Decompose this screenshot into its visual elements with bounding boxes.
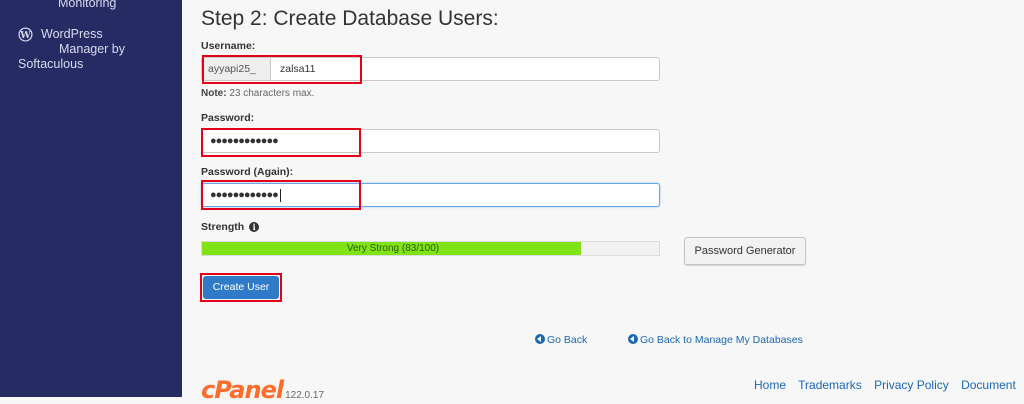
username-prefix: ayyapi25_	[202, 58, 271, 80]
password-value: ●●●●●●●●●●●●	[210, 135, 279, 147]
go-back-label: Go Back	[547, 334, 588, 346]
cpanel-logo-text: cPanel	[201, 376, 284, 404]
password-again-field[interactable]: ●●●●●●●●●●●●	[201, 183, 660, 207]
note-bold: Note:	[201, 88, 227, 99]
footer-link-documentation[interactable]: Document	[961, 378, 1016, 392]
footer-link-home[interactable]: Home	[754, 378, 786, 392]
password-generator-button[interactable]: Password Generator	[684, 237, 806, 265]
cpanel-logo: cPanel 122.0.17	[201, 376, 324, 404]
username-note: Note: 23 characters max.	[201, 88, 314, 99]
main-content: Step 2: Create Database Users: Username:…	[182, 0, 1024, 404]
go-back-manage-databases-link[interactable]: Go Back to Manage My Databases	[628, 334, 803, 346]
page-title: Step 2: Create Database Users:	[201, 7, 499, 30]
strength-label: Strength i	[201, 221, 260, 233]
footer-link-trademarks[interactable]: Trademarks	[798, 378, 862, 392]
strength-meter-text: Very Strong (83/100)	[346, 243, 440, 254]
cpanel-version: 122.0.17	[285, 390, 325, 401]
sidebar: Monitoring W WordPress Manager by Softac…	[0, 0, 182, 397]
password-again-value: ●●●●●●●●●●●●	[210, 184, 281, 206]
circle-arrow-left-icon	[628, 334, 638, 344]
password-again-label: Password (Again):	[201, 166, 294, 178]
strength-label-text: Strength	[201, 221, 245, 233]
info-circle-icon[interactable]: i	[249, 222, 260, 232]
wordpress-icon: W	[18, 27, 33, 42]
password-label: Password:	[201, 112, 255, 124]
sidebar-item-label: Monitoring	[58, 0, 117, 10]
password-again-mask: ●●●●●●●●●●●●	[210, 189, 279, 201]
text-caret	[279, 188, 281, 202]
note-text: 23 characters max.	[226, 88, 315, 99]
create-user-button[interactable]: Create User	[203, 276, 279, 299]
go-back-manage-label: Go Back to Manage My Databases	[640, 334, 803, 346]
footer-link-privacy-policy[interactable]: Privacy Policy	[874, 378, 949, 392]
circle-arrow-left-icon	[535, 334, 545, 344]
sidebar-item-label-line: Manager by	[59, 42, 126, 56]
go-back-link[interactable]: Go Back	[535, 334, 587, 346]
password-field[interactable]: ●●●●●●●●●●●●	[201, 129, 660, 153]
username-value: zalsa11	[280, 63, 316, 75]
sidebar-item-label-line: Softaculous	[18, 57, 84, 71]
username-field[interactable]: ayyapi25_ zalsa11	[201, 57, 660, 81]
sidebar-item-wordpress-manager[interactable]: W WordPress Manager by Softaculous	[18, 27, 168, 73]
sidebar-item-label-line: WordPress	[41, 27, 103, 41]
svg-text:W: W	[19, 30, 31, 41]
password-strength-meter: Very Strong (83/100)	[201, 241, 660, 256]
username-label: Username:	[201, 40, 256, 52]
sidebar-item-monitoring[interactable]: Monitoring	[58, 0, 116, 11]
footer-links: Home Trademarks Privacy Policy Document	[754, 378, 1024, 392]
